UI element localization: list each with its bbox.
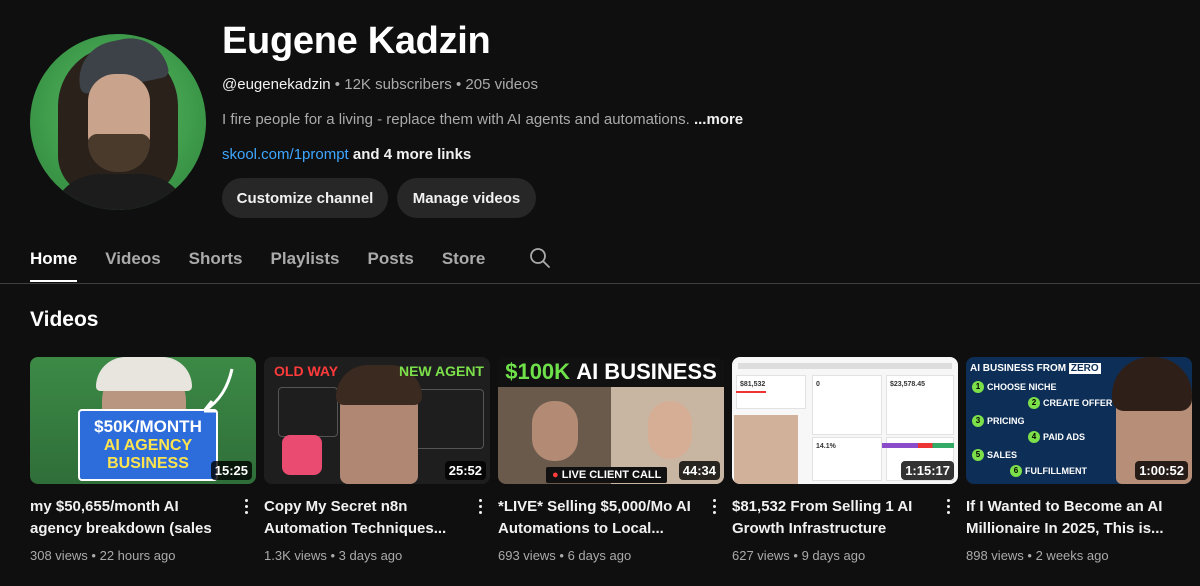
more-links-button[interactable]: and 4 more links bbox=[353, 146, 471, 163]
video-meta: 693 views • 6 days ago bbox=[498, 548, 632, 563]
video-count: 205 videos bbox=[465, 76, 538, 93]
video-thumbnail[interactable]: $100K AI BUSINESS ● LIVE CLIENT CALL 44:… bbox=[498, 357, 724, 484]
tab-divider bbox=[0, 283, 1200, 284]
video-card[interactable]: OLD WAY NEW AGENT 25:52 Copy My Secret n… bbox=[264, 357, 490, 563]
video-card[interactable]: $50K/MONTH AI AGENCY BUSINESS 15:25 my $… bbox=[30, 357, 256, 563]
kebab-icon[interactable] bbox=[474, 494, 486, 518]
video-thumbnail[interactable]: AI BUSINESS FROM ZERO 1 CHOOSE NICHE 2 CRE… bbox=[966, 357, 1192, 484]
video-duration: 25:52 bbox=[444, 461, 486, 480]
manage-videos-button[interactable]: Manage videos bbox=[397, 178, 536, 218]
channel-description[interactable]: I fire people for a living - replace the… bbox=[222, 111, 743, 128]
arrow-icon bbox=[202, 368, 234, 413]
video-meta: 1.3K views • 3 days ago bbox=[264, 548, 403, 563]
tab-videos[interactable]: Videos bbox=[105, 236, 160, 282]
search-icon[interactable] bbox=[528, 246, 552, 270]
thumbnail-text: AI BUSINESS FROM ZERO bbox=[970, 363, 1101, 374]
channel-tabs: Home Videos Shorts Playlists Posts Store bbox=[30, 236, 513, 284]
video-title[interactable]: my $50,655/month AI agency breakdown (sa… bbox=[30, 496, 230, 540]
section-title[interactable]: Videos bbox=[30, 308, 98, 332]
tab-playlists[interactable]: Playlists bbox=[271, 236, 340, 282]
video-thumbnail[interactable]: OLD WAY NEW AGENT 25:52 bbox=[264, 357, 490, 484]
video-title[interactable]: If I Wanted to Become an AI Millionaire … bbox=[966, 496, 1166, 540]
video-duration: 1:00:52 bbox=[1135, 461, 1188, 480]
video-thumbnail[interactable]: $50K/MONTH AI AGENCY BUSINESS 15:25 bbox=[30, 357, 256, 484]
video-thumbnail[interactable]: $81,532 0 $23,578.45 14.1% 1:15:17 bbox=[732, 357, 958, 484]
video-duration: 15:25 bbox=[210, 461, 252, 480]
customize-channel-button[interactable]: Customize channel bbox=[222, 178, 388, 218]
video-meta: 627 views • 9 days ago bbox=[732, 548, 866, 563]
video-title[interactable]: $81,532 From Selling 1 AI Growth Infrast… bbox=[732, 496, 932, 540]
live-badge: ● LIVE CLIENT CALL bbox=[546, 467, 668, 483]
thumbnail-text: NEW AGENT bbox=[398, 363, 484, 379]
n8n-logo-icon bbox=[282, 435, 322, 475]
description-text: I fire people for a living - replace the… bbox=[222, 111, 690, 128]
kebab-icon[interactable] bbox=[240, 494, 252, 518]
tab-shorts[interactable]: Shorts bbox=[189, 236, 243, 282]
channel-meta: @eugenekadzin • 12K subscribers • 205 vi… bbox=[222, 76, 538, 93]
video-card[interactable]: $100K AI BUSINESS ● LIVE CLIENT CALL 44:… bbox=[498, 357, 724, 563]
channel-name: Eugene Kadzin bbox=[222, 20, 491, 62]
description-more-link[interactable]: ...more bbox=[694, 111, 743, 128]
video-duration: 44:34 bbox=[678, 461, 720, 480]
kebab-icon[interactable] bbox=[708, 494, 720, 518]
subscriber-count: 12K subscribers bbox=[344, 76, 452, 93]
channel-links: skool.com/1prompt and 4 more links bbox=[222, 146, 471, 163]
thumbnail-text: $50K/MONTH AI AGENCY BUSINESS bbox=[78, 409, 218, 481]
video-duration: 1:15:17 bbox=[901, 461, 954, 480]
thumbnail-text: OLD WAY bbox=[274, 363, 339, 379]
kebab-icon[interactable] bbox=[942, 494, 954, 518]
tab-home[interactable]: Home bbox=[30, 236, 78, 282]
video-title[interactable]: Copy My Secret n8n Automation Techniques… bbox=[264, 496, 464, 540]
video-card[interactable]: $81,532 0 $23,578.45 14.1% 1:15:17 $81,5… bbox=[732, 357, 958, 563]
video-meta: 308 views • 22 hours ago bbox=[30, 548, 176, 563]
video-meta: 898 views • 2 weeks ago bbox=[966, 548, 1109, 563]
channel-avatar[interactable] bbox=[30, 34, 206, 210]
thumbnail-text: $100K AI BUSINESS bbox=[498, 357, 724, 387]
video-card[interactable]: AI BUSINESS FROM ZERO 1 CHOOSE NICHE 2 CRE… bbox=[966, 357, 1192, 563]
tab-posts[interactable]: Posts bbox=[368, 236, 414, 282]
channel-handle: @eugenekadzin bbox=[222, 76, 331, 93]
channel-primary-link[interactable]: skool.com/1prompt bbox=[222, 146, 349, 163]
video-title[interactable]: *LIVE* Selling $5,000/Mo AI Automations … bbox=[498, 496, 698, 540]
tab-store[interactable]: Store bbox=[442, 236, 485, 282]
